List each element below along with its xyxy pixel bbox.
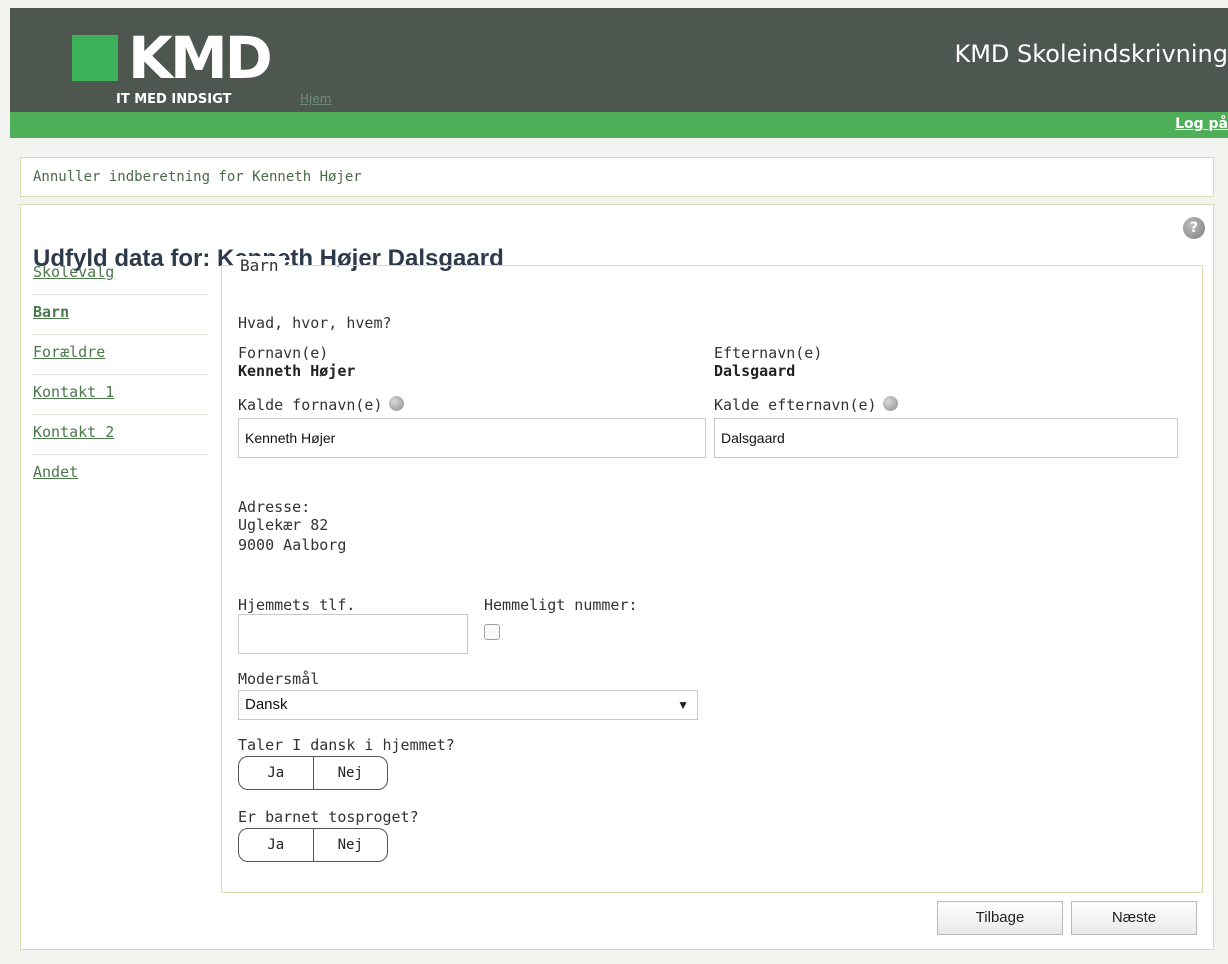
call-last-name-input[interactable]: Dalsgaard [714, 418, 1178, 458]
info-icon[interactable] [882, 396, 898, 411]
sidebar-item-label: Barn [33, 303, 70, 321]
danish-at-home-yes-button[interactable]: Ja [239, 757, 313, 789]
intro-text: Hvad, hvor, hvem? [238, 314, 392, 332]
app-header: KMD IT MED INDSIGT Hjem KMD Skoleindskri… [10, 8, 1228, 112]
last-name-value: Dalsgaard [714, 362, 796, 380]
help-icon[interactable]: ? [1183, 217, 1205, 239]
sidebar-item-label: Skolevalg [33, 263, 115, 281]
back-button[interactable]: Tilbage [937, 901, 1063, 935]
child-fieldset: Barn Hvad, hvor, hvem? Fornavn(e) Kennet… [221, 256, 1203, 893]
call-first-name-label: Kalde fornavn(e) [238, 396, 404, 414]
fieldset-legend: Barn [234, 256, 285, 275]
call-last-name-label: Kalde efternavn(e) [714, 396, 898, 414]
danish-at-home-toggle: Ja Nej [238, 756, 388, 790]
chevron-down-icon: ▼ [677, 698, 689, 712]
app-title: KMD Skoleindskrivning [954, 40, 1228, 68]
address-label: Adresse: [238, 498, 311, 516]
kmd-logo-square [72, 35, 118, 81]
sidebar-item-kontakt-2[interactable]: Kontakt 2 [33, 415, 207, 455]
login-link[interactable]: Log på [1175, 116, 1228, 132]
call-first-name-input[interactable]: Kenneth Højer [238, 418, 706, 458]
sidebar-item-label: Kontakt 2 [33, 423, 115, 441]
call-first-name-label-text: Kalde fornavn(e) [238, 396, 383, 414]
mother-tongue-select[interactable]: Dansk ▼ [238, 690, 698, 720]
danish-at-home-no-button[interactable]: Nej [312, 757, 388, 789]
address-street: Uglekær 82 [238, 516, 329, 534]
call-last-name-label-text: Kalde efternavn(e) [714, 396, 877, 414]
mother-tongue-label: Modersmål [238, 670, 320, 688]
sidebar-item-barn[interactable]: Barn [33, 295, 207, 335]
bilingual-no-button[interactable]: Nej [312, 829, 388, 861]
sidebar-item-foraeldre[interactable]: Forældre [33, 335, 207, 375]
sidebar-item-label: Forældre [33, 343, 106, 361]
home-phone-input[interactable] [238, 614, 468, 654]
main-panel: Udfyld data for: Kenneth Højer Dalsgaard… [20, 204, 1214, 950]
cancel-registration-link[interactable]: Annuller indberetning for Kenneth Højer [33, 169, 362, 185]
mother-tongue-value: Dansk [245, 696, 288, 713]
bilingual-yes-button[interactable]: Ja [239, 829, 313, 861]
nav-home-link[interactable]: Hjem [300, 92, 331, 106]
info-icon[interactable] [388, 396, 404, 411]
secret-number-label: Hemmeligt nummer: [484, 596, 638, 614]
home-phone-label: Hjemmets tlf. [238, 596, 356, 614]
cancel-bar: Annuller indberetning for Kenneth Højer [20, 157, 1214, 197]
sidebar-item-skolevalg[interactable]: Skolevalg [33, 255, 207, 295]
top-green-bar: Log på [10, 112, 1228, 138]
danish-at-home-label: Taler I dansk i hjemmet? [238, 736, 455, 754]
bilingual-label: Er barnet tosproget? [238, 808, 419, 826]
bilingual-toggle: Ja Nej [238, 828, 388, 862]
first-name-label: Fornavn(e) [238, 344, 329, 362]
sidebar-item-andet[interactable]: Andet [33, 455, 207, 495]
address-city: 9000 Aalborg [238, 536, 347, 554]
sidebar-item-label: Andet [33, 463, 79, 481]
sidebar-item-label: Kontakt 1 [33, 383, 115, 401]
kmd-logo-text: KMD [128, 24, 273, 92]
logo-tagline: IT MED INDSIGT [116, 92, 232, 107]
sidebar-item-kontakt-1[interactable]: Kontakt 1 [33, 375, 207, 415]
first-name-value: Kenneth Højer [238, 362, 356, 380]
secret-number-checkbox[interactable] [484, 624, 500, 640]
next-button[interactable]: Næste [1071, 901, 1197, 935]
last-name-label: Efternavn(e) [714, 344, 823, 362]
